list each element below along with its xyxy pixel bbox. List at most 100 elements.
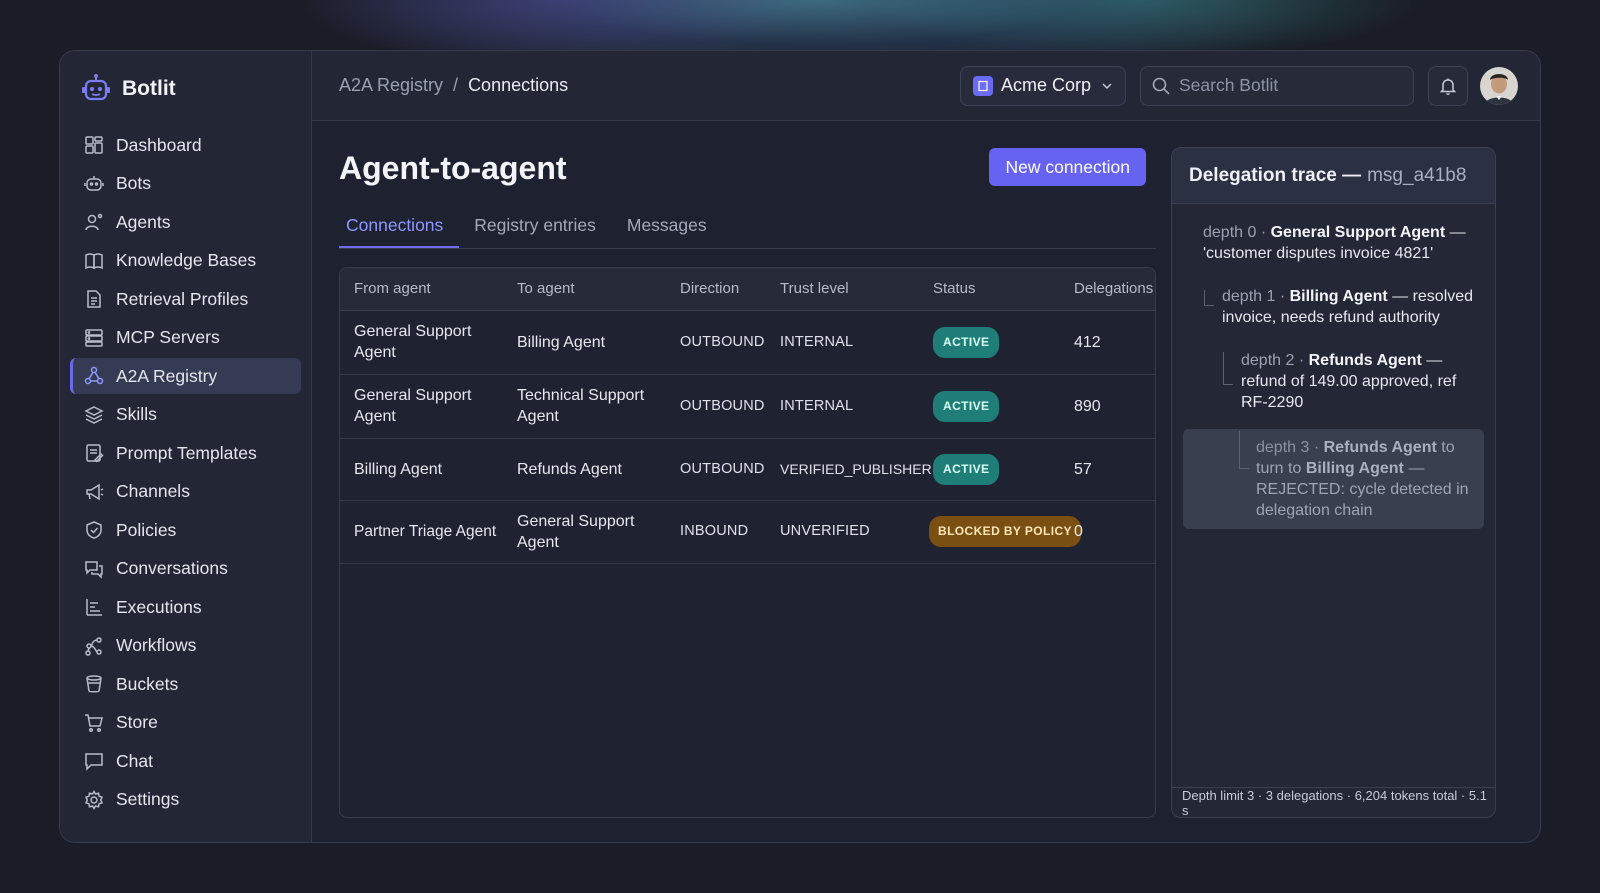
network-icon <box>84 366 104 385</box>
search-icon <box>1152 77 1170 95</box>
page-title: Agent-to-agent <box>339 150 567 186</box>
tab-connections[interactable]: Connections <box>339 205 460 248</box>
new-connection-button[interactable]: New connection <box>989 148 1146 186</box>
column-header[interactable]: Trust level <box>766 268 919 311</box>
depth-label: depth 0 · <box>1203 224 1267 241</box>
cell-status: ACTIVE <box>919 374 1060 439</box>
cell-delegations: 890 <box>1060 374 1155 439</box>
sidebar-item-executions[interactable]: Executions <box>70 589 301 625</box>
workflow-icon <box>85 636 102 656</box>
breadcrumb-parent[interactable]: A2A Registry <box>339 75 443 96</box>
sidebar-item-label: Conversations <box>116 558 228 578</box>
sidebar-item-retrieval-profiles[interactable]: Retrieval Profiles <box>70 281 301 317</box>
sidebar-item-label: Settings <box>116 789 180 809</box>
chevron-down-icon <box>1102 82 1112 89</box>
depth-label: depth 3 · <box>1256 439 1320 456</box>
sidebar-item-prompt-templates[interactable]: Prompt Templates <box>70 435 301 471</box>
tree-connector <box>1239 431 1249 469</box>
column-header[interactable]: To agent <box>503 268 666 311</box>
cell-delegations: 412 <box>1060 310 1155 375</box>
status-badge: ACTIVE <box>933 453 1000 485</box>
shield-icon <box>86 521 102 539</box>
sidebar-item-settings[interactable]: Settings <box>70 782 301 818</box>
cell-direction: INBOUND <box>666 500 766 564</box>
trace-footer: Depth limit 3 · 3 delegations · 6,204 to… <box>1172 787 1495 817</box>
sidebar-item-agents[interactable]: Agents <box>70 204 301 240</box>
bot-logo-icon <box>82 74 110 101</box>
column-header[interactable]: Direction <box>666 268 766 311</box>
sidebar-item-label: Dashboard <box>116 134 202 155</box>
cell-trust-level: INTERNAL <box>766 374 919 439</box>
document-icon <box>87 290 101 308</box>
chat-bubbles-icon <box>85 560 103 579</box>
cell-to-agent: Technical Support Agent <box>503 374 666 439</box>
bot-icon <box>84 175 104 191</box>
layers-icon <box>84 405 104 424</box>
sidebar-item-a2a-registry[interactable]: A2A Registry <box>70 358 301 394</box>
brand[interactable]: Botlit <box>70 71 301 107</box>
sidebar-item-buckets[interactable]: Buckets <box>70 666 301 702</box>
sidebar-item-channels[interactable]: Channels <box>70 474 301 510</box>
tree-connector <box>1204 290 1214 306</box>
tab-registry-entries[interactable]: Registry entries <box>467 205 612 248</box>
cart-icon <box>85 713 103 732</box>
cell-to-agent: General Support Agent <box>503 500 666 564</box>
sidebar-item-label: Channels <box>116 481 190 501</box>
trace-header: Delegation trace — msg_a41b8 <box>1172 148 1495 204</box>
table-row[interactable]: General Support Agent Billing Agent OUTB… <box>340 310 1155 375</box>
sidebar-item-dashboard[interactable]: Dashboard <box>70 127 301 163</box>
table-row[interactable]: Billing Agent Refunds Agent OUTBOUND VER… <box>340 438 1155 501</box>
workspace-selector[interactable]: Acme Corp <box>959 65 1126 106</box>
table-row[interactable]: Partner Triage Agent General Support Age… <box>340 500 1155 564</box>
sidebar-item-conversations[interactable]: Conversations <box>70 551 301 587</box>
cell-status: ACTIVE <box>919 310 1060 375</box>
avatar[interactable] <box>1480 66 1518 105</box>
agent-name: Refunds Agent <box>1308 352 1422 369</box>
tab-messages[interactable]: Messages <box>620 205 723 248</box>
agent-name: Billing Agent <box>1289 288 1388 305</box>
sidebar-item-knowledge-bases[interactable]: Knowledge Bases <box>70 243 301 279</box>
search-input[interactable] <box>1179 75 1399 96</box>
template-icon <box>86 444 104 463</box>
main: A2A Registry / Connections Acme Corp Sea… <box>312 51 1540 842</box>
sidebar-item-bots[interactable]: Bots <box>70 166 301 202</box>
megaphone-icon <box>86 483 104 500</box>
sidebar-item-label: A2A Registry <box>116 365 218 386</box>
cell-delegations: 0 <box>1060 500 1155 564</box>
sidebar-item-chat[interactable]: Chat <box>70 743 301 779</box>
sidebar-item-policies[interactable]: Policies <box>70 512 301 548</box>
sidebar-item-store[interactable]: Store <box>70 705 301 741</box>
cell-from-agent: General Support Agent <box>340 310 503 375</box>
book-icon <box>85 252 103 269</box>
delegation-trace-panel: Delegation trace — msg_a41b8 depth 0 · G… <box>1171 147 1496 818</box>
trace-step-depth-0[interactable]: depth 0 · General Support Agent — 'custo… <box>1183 222 1484 264</box>
column-header[interactable]: Status <box>919 268 1060 311</box>
search-box[interactable] <box>1140 65 1414 106</box>
cell-direction: OUTBOUND <box>666 374 766 439</box>
table-row[interactable]: General Support Agent Technical Support … <box>340 374 1155 439</box>
app-name: Botlit <box>122 77 176 100</box>
chat-icon <box>85 753 103 771</box>
cell-delegations: 57 <box>1060 438 1155 501</box>
content: Agent-to-agent New connection Connection… <box>312 121 1540 842</box>
sidebar-nav: Dashboard Bots Agents Knowledge Bases Re… <box>70 127 301 818</box>
sidebar-item-mcp-servers[interactable]: MCP Servers <box>70 320 301 356</box>
sidebar-item-label: Chat <box>116 750 153 771</box>
sidebar-item-label: Retrieval Profiles <box>116 288 249 309</box>
trace-step-depth-2[interactable]: depth 2 · Refunds Agent — refund of 149.… <box>1183 350 1484 413</box>
server-icon <box>85 328 103 347</box>
trace-step-depth-1[interactable]: depth 1 · Billing Agent — resolved invoi… <box>1183 286 1484 328</box>
notifications-button[interactable] <box>1428 65 1468 106</box>
column-header[interactable]: Delegations <box>1060 268 1155 311</box>
cell-from-agent: Partner Triage Agent <box>340 500 503 564</box>
column-header[interactable]: From agent <box>340 268 503 311</box>
trace-step-depth-3-rejected[interactable]: depth 3 · Refunds Agent to turn to Billi… <box>1183 429 1484 529</box>
sidebar: Botlit Dashboard Bots Agents Knowledge B… <box>60 51 312 842</box>
gear-icon <box>84 789 104 810</box>
sidebar-item-workflows[interactable]: Workflows <box>70 628 301 664</box>
sidebar-item-label: Prompt Templates <box>116 442 257 463</box>
cell-trust-level: VERIFIED_PUBLISHER <box>766 438 932 501</box>
bell-icon <box>1439 78 1457 95</box>
sidebar-item-skills[interactable]: Skills <box>70 397 301 433</box>
breadcrumb: A2A Registry / Connections <box>339 75 568 96</box>
